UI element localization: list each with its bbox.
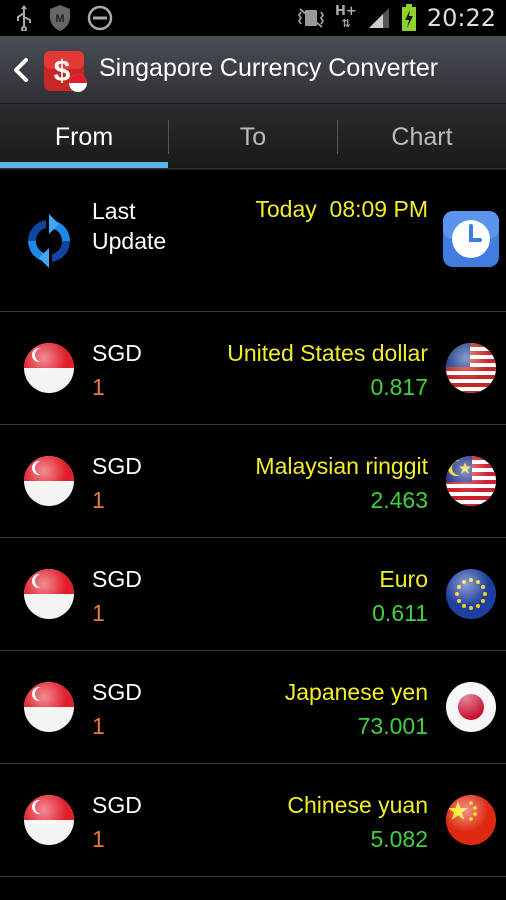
- target-currency-name: Chinese yuan: [287, 792, 428, 818]
- base-amount[interactable]: 1: [92, 713, 105, 740]
- singapore-flag-icon: [24, 682, 74, 732]
- status-time: 20:22: [426, 4, 496, 32]
- svg-text:$: $: [54, 55, 71, 88]
- usb-icon: [17, 5, 31, 31]
- chevron-left-icon[interactable]: [10, 56, 32, 84]
- base-amount[interactable]: 1: [92, 600, 105, 627]
- base-currency-code: SGD: [92, 792, 142, 818]
- network-type-icon: H+ ⇅: [335, 4, 357, 30]
- singapore-flag-icon: [24, 343, 74, 393]
- singapore-flag-icon: [24, 795, 74, 845]
- signal-icon: [368, 8, 389, 28]
- tab-bar-divider: [0, 168, 506, 169]
- base-currency-code: SGD: [92, 453, 142, 479]
- us-flag-icon: [446, 343, 496, 393]
- china-flag-icon: [446, 795, 496, 845]
- japan-flag-icon: [446, 682, 496, 732]
- conversion-row[interactable]: SGD 1 Japanese yen 73.001: [0, 651, 506, 764]
- refresh-icon[interactable]: [22, 214, 76, 268]
- eu-flag-icon: [446, 569, 496, 619]
- converted-rate: 5.082: [370, 826, 428, 852]
- base-currency-code: SGD: [92, 679, 142, 705]
- base-amount[interactable]: 1: [92, 487, 105, 514]
- app-title: Singapore Currency Converter: [99, 54, 439, 82]
- singapore-flag-icon: [24, 569, 74, 619]
- conversion-row[interactable]: SGD 1 Malaysian ringgit 2.463: [0, 425, 506, 538]
- base-currency-code: SGD: [92, 566, 142, 592]
- antivirus-icon: M: [50, 5, 70, 31]
- singapore-flag-icon: [24, 456, 74, 506]
- tab-from[interactable]: From: [0, 104, 168, 170]
- tab-chart[interactable]: Chart: [338, 104, 506, 170]
- clock-icon[interactable]: [442, 210, 500, 268]
- vibrate-icon: [297, 8, 325, 28]
- malaysia-flag-icon: [446, 456, 496, 506]
- svg-text:M: M: [55, 13, 64, 25]
- last-update-time: Today 08:09 PM: [255, 196, 428, 222]
- conversion-row[interactable]: SGD 1 United States dollar 0.817: [0, 312, 506, 425]
- conversion-row[interactable]: SGD 1 Euro 0.611: [0, 538, 506, 651]
- converted-rate: 0.611: [372, 600, 428, 626]
- target-currency-name: United States dollar: [227, 340, 428, 366]
- action-bar: $ Singapore Currency Converter: [0, 36, 506, 104]
- converted-rate: 0.817: [370, 374, 428, 400]
- conversion-row[interactable]: SGD 1 Chinese yuan 5.082: [0, 764, 506, 877]
- last-update-label: Last Update: [92, 198, 167, 254]
- target-currency-name: Euro: [379, 566, 428, 592]
- last-update-row[interactable]: Last Update Today 08:09 PM: [0, 170, 506, 312]
- converted-rate: 2.463: [370, 487, 428, 513]
- tab-to[interactable]: To: [169, 104, 337, 170]
- status-bar: M H+ ⇅ 20:22: [0, 0, 506, 36]
- target-currency-name: Japanese yen: [284, 679, 428, 705]
- target-currency-name: Malaysian ringgit: [255, 453, 428, 479]
- converted-rate: 73.001: [357, 713, 428, 739]
- do-not-disturb-icon: [87, 5, 113, 31]
- tab-bar: From To Chart: [0, 104, 506, 170]
- base-amount[interactable]: 1: [92, 374, 105, 401]
- base-amount[interactable]: 1: [92, 826, 105, 853]
- currency-app-icon[interactable]: $: [42, 45, 90, 93]
- battery-charging-icon: [401, 4, 416, 31]
- base-currency-code: SGD: [92, 340, 142, 366]
